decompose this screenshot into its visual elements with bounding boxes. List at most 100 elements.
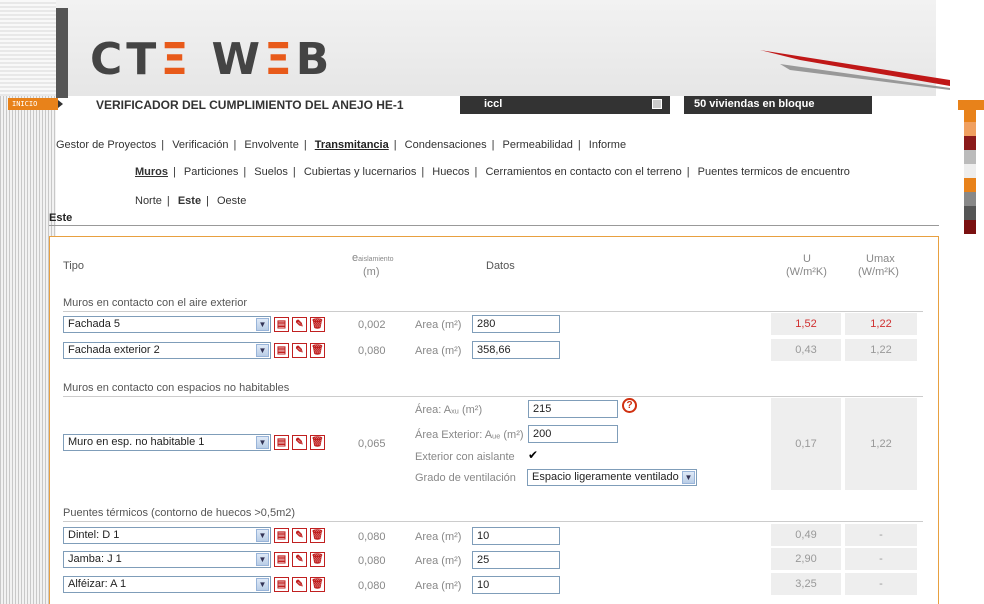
subnav-cerramientos[interactable]: Cerramientos en contacto con el terreno: [485, 166, 681, 178]
header-e: eaislamiento: [352, 252, 394, 264]
subnav-suelos[interactable]: Suelos: [254, 166, 288, 178]
section-title: Este: [49, 212, 73, 224]
chevron-down-icon[interactable]: ▼: [682, 471, 695, 484]
header-e-unit: (m): [363, 266, 380, 278]
nav-transmitancia[interactable]: Transmitancia: [315, 139, 389, 151]
select-value: Fachada exterior 2: [68, 344, 160, 356]
select-value: Alféizar: A 1: [68, 578, 127, 590]
subnav-muros[interactable]: Muros: [135, 166, 168, 178]
area-ext-input[interactable]: 200: [528, 425, 618, 443]
header-tipo: Tipo: [63, 260, 84, 272]
tipo-select[interactable]: Dintel: D 1 ▼: [63, 527, 271, 544]
area-input[interactable]: 358,66: [472, 341, 560, 359]
area-input[interactable]: 10: [472, 527, 560, 545]
aislante-label: Exterior con aislante: [415, 451, 515, 463]
tool-icon[interactable]: ✎: [292, 343, 307, 358]
u-value: 2,90: [771, 548, 841, 570]
chevron-down-icon[interactable]: ▼: [256, 553, 269, 566]
e-value: 0,080: [358, 531, 386, 543]
chevron-down-icon[interactable]: ▼: [256, 318, 269, 331]
delete-icon[interactable]: 🗑: [310, 317, 325, 332]
area-label: Area (m²): [415, 319, 462, 331]
tipo-select[interactable]: Muro en esp. no habitable 1 ▼: [63, 434, 271, 451]
delete-icon[interactable]: 🗑: [310, 528, 325, 543]
aislante-checkbox[interactable]: ✔: [528, 449, 540, 462]
building-tab[interactable]: 50 viviendas en bloque: [684, 96, 872, 114]
area-au-input[interactable]: 215: [528, 400, 618, 418]
header-umax-unit: (W/m²K): [858, 266, 899, 278]
select-value: Jamba: J 1: [68, 553, 122, 565]
chevron-down-icon[interactable]: ▼: [256, 344, 269, 357]
network-icon[interactable]: [652, 99, 662, 109]
left-decorative-strip: [0, 0, 56, 604]
help-icon[interactable]: ?: [622, 398, 637, 413]
edit-icon[interactable]: ▤: [274, 577, 289, 592]
tipo-select[interactable]: Fachada 5 ▼: [63, 316, 271, 333]
nav-condensaciones[interactable]: Condensaciones: [405, 139, 487, 151]
umax-value: 1,22: [845, 313, 917, 335]
ventilacion-select[interactable]: Espacio ligeramente ventilado ▼: [527, 469, 697, 486]
color-swatches: [960, 108, 984, 234]
group-divider: [63, 396, 923, 397]
subnav-puentes[interactable]: Puentes termicos de encuentro: [698, 166, 850, 178]
tipo-select[interactable]: Jamba: J 1 ▼: [63, 551, 271, 568]
group-aire-exterior: Muros en contacto con el aire exterior: [63, 297, 248, 309]
header-u: U: [803, 253, 811, 265]
section-divider: [49, 225, 939, 226]
delete-icon[interactable]: 🗑: [310, 552, 325, 567]
u-value: 0,49: [771, 524, 841, 546]
orient-este[interactable]: Este: [178, 195, 201, 207]
orient-norte[interactable]: Norte: [135, 195, 162, 207]
edit-icon[interactable]: ▤: [274, 528, 289, 543]
group-divider: [63, 311, 923, 312]
inicio-button[interactable]: INICIO: [8, 98, 58, 110]
subnav-cubiertas[interactable]: Cubiertas y lucernarios: [304, 166, 417, 178]
tool-icon[interactable]: ✎: [292, 552, 307, 567]
tool-icon[interactable]: ✎: [292, 317, 307, 332]
page-subtitle: VERIFICADOR DEL CUMPLIMIENTO DEL ANEJO H…: [96, 98, 404, 112]
delete-icon[interactable]: 🗑: [310, 577, 325, 592]
header-umax: Umax: [866, 253, 895, 265]
logo-bar: [56, 8, 68, 98]
nav-verificacion[interactable]: Verificación: [172, 139, 228, 151]
nav-envolvente[interactable]: Envolvente: [244, 139, 298, 151]
subnav-particiones[interactable]: Particiones: [184, 166, 238, 178]
nav-informe[interactable]: Informe: [589, 139, 626, 151]
tool-icon[interactable]: ✎: [292, 435, 307, 450]
edit-icon[interactable]: ▤: [274, 343, 289, 358]
chevron-down-icon[interactable]: ▼: [256, 436, 269, 449]
inicio-arrow-icon: [58, 100, 63, 108]
area-input[interactable]: 25: [472, 551, 560, 569]
edit-icon[interactable]: ▤: [274, 552, 289, 567]
nav-gestor[interactable]: Gestor de Proyectos: [56, 139, 156, 151]
chevron-down-icon[interactable]: ▼: [256, 529, 269, 542]
chevron-down-icon[interactable]: ▼: [256, 578, 269, 591]
umax-value: -: [845, 524, 917, 546]
tipo-select[interactable]: Alféizar: A 1 ▼: [63, 576, 271, 593]
tool-icon[interactable]: ✎: [292, 577, 307, 592]
select-value: Dintel: D 1: [68, 529, 120, 541]
subnav-huecos[interactable]: Huecos: [432, 166, 469, 178]
project-tab-label: iccl: [484, 98, 503, 110]
delete-icon[interactable]: 🗑: [310, 343, 325, 358]
area-input[interactable]: 280: [472, 315, 560, 333]
main-nav: Gestor de Proyectos | Verificación | Envol…: [56, 139, 627, 151]
orient-oeste[interactable]: Oeste: [217, 195, 246, 207]
sub-nav: Muros | Particiones | Suelos | Cubiertas y …: [135, 166, 850, 178]
area-label: Area (m²): [415, 531, 462, 543]
area-label: Area (m²): [415, 345, 462, 357]
select-value: Fachada 5: [68, 318, 120, 330]
nav-permeabilidad[interactable]: Permeabilidad: [503, 139, 573, 151]
tipo-select[interactable]: Fachada exterior 2 ▼: [63, 342, 271, 359]
area-input[interactable]: 10: [472, 576, 560, 594]
edit-icon[interactable]: ▤: [274, 435, 289, 450]
edit-icon[interactable]: ▤: [274, 317, 289, 332]
ventilacion-label: Grado de ventilación: [415, 472, 516, 484]
select-value: Muro en esp. no habitable 1: [68, 436, 205, 448]
project-tab[interactable]: iccl: [460, 96, 670, 114]
umax-value: -: [845, 573, 917, 595]
delete-icon[interactable]: 🗑: [310, 435, 325, 450]
umax-value: 1,22: [845, 398, 917, 490]
tool-icon[interactable]: ✎: [292, 528, 307, 543]
area-au-label: Área: Aₓᵤ (m²): [415, 404, 483, 416]
